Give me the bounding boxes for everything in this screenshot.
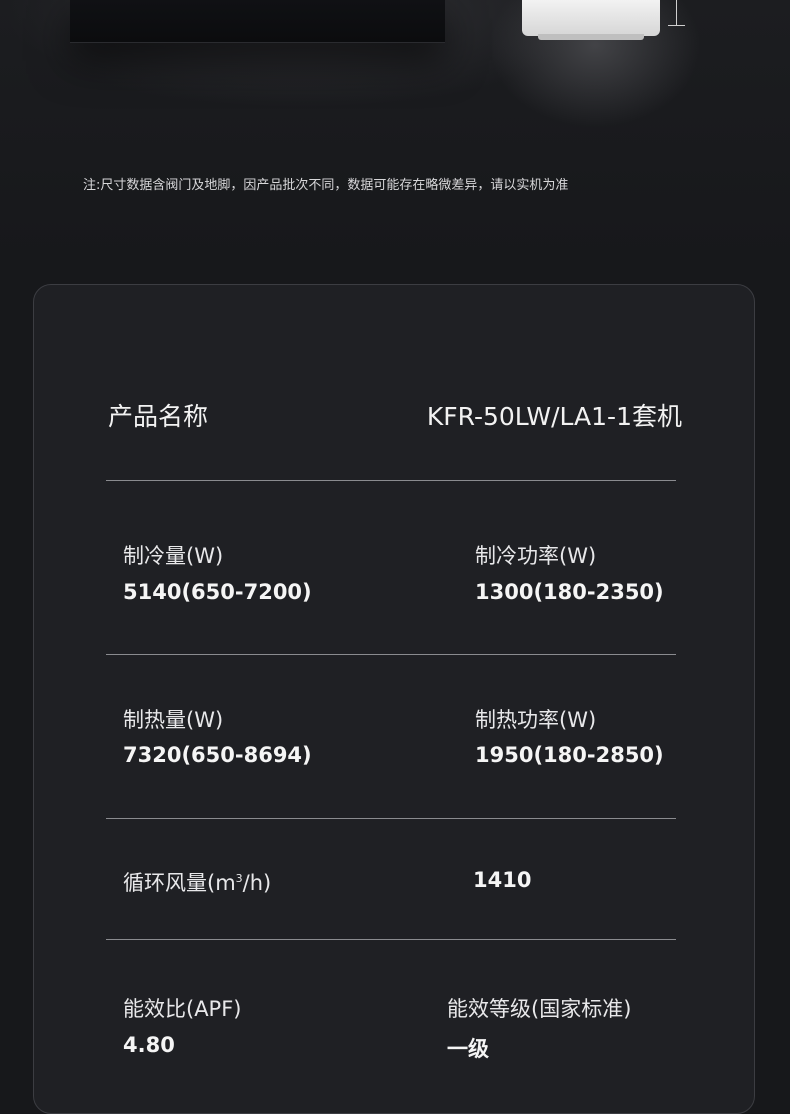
dimension-marker — [668, 0, 685, 26]
heating-power-value: 1950(180-2850) — [475, 743, 664, 767]
cooling-power-label: 制冷功率(W) — [475, 544, 597, 568]
spec-card: 产品名称 KFR-50LW/LA1-1套机 制冷量(W) 5140(650-72… — [33, 284, 755, 1114]
efficiency-grade-label: 能效等级(国家标准) — [447, 997, 632, 1021]
dimension-note: 注:尺寸数据含阀门及地脚，因产品批次不同，数据可能存在略微差异，请以实机为准 — [83, 178, 569, 193]
heating-power-label: 制热功率(W) — [475, 708, 597, 732]
efficiency-grade-value: 一级 — [447, 1037, 489, 1061]
apf-label: 能效比(APF) — [123, 997, 242, 1021]
divider — [106, 480, 676, 481]
indoor-unit-image — [70, 0, 445, 43]
product-image-area — [0, 0, 790, 260]
airflow-label: 循环风量(m3/h) — [123, 871, 272, 895]
cooling-power-value: 1300(180-2350) — [475, 580, 664, 604]
heating-capacity-label: 制热量(W) — [123, 708, 224, 732]
divider — [106, 654, 676, 655]
product-name-row: 产品名称 KFR-50LW/LA1-1套机 — [106, 397, 682, 433]
cooling-capacity-label: 制冷量(W) — [123, 544, 224, 568]
outdoor-unit-image — [522, 0, 660, 40]
outdoor-unit-base — [538, 34, 644, 40]
apf-value: 4.80 — [123, 1033, 175, 1057]
airflow-value: 1410 — [473, 868, 532, 892]
divider — [106, 939, 676, 940]
heating-capacity-value: 7320(650-8694) — [123, 743, 312, 767]
product-name-label: 产品名称 — [108, 402, 209, 431]
product-name-value: KFR-50LW/LA1-1套机 — [426, 402, 682, 431]
cooling-capacity-value: 5140(650-7200) — [123, 580, 312, 604]
divider — [106, 818, 676, 819]
